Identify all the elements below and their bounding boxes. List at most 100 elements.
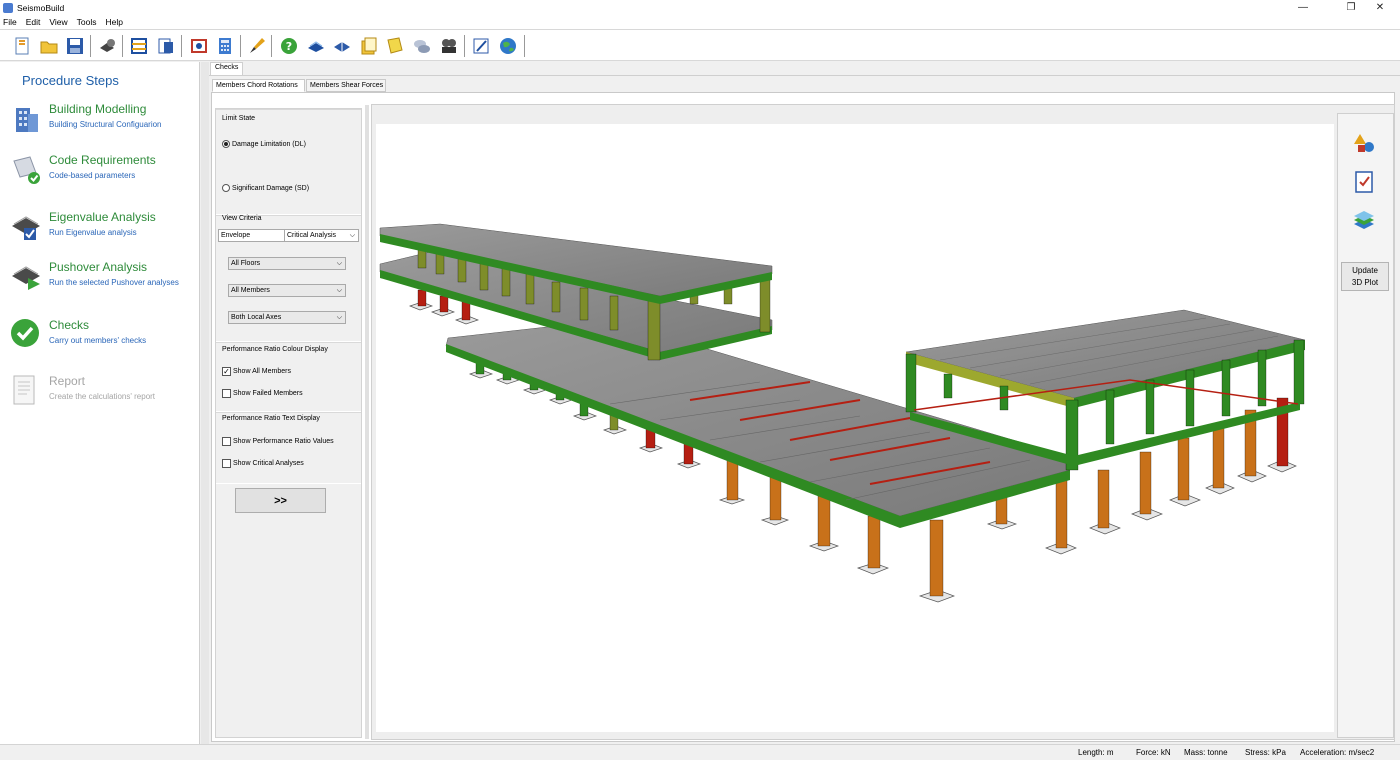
step-desc: Code-based parameters xyxy=(49,171,136,180)
window-title: SeismoBuild xyxy=(17,2,65,13)
right-toolstrip xyxy=(1337,113,1394,738)
select-value: All Floors xyxy=(231,260,261,267)
radio-dot xyxy=(222,184,230,192)
step-title: Code Requirements xyxy=(49,153,156,167)
chevron-down-icon: ⌵ xyxy=(336,314,342,321)
app-icon xyxy=(3,2,13,13)
procedure-panel: Procedure Steps Building Modelling Build… xyxy=(0,62,200,744)
status-mass: Mass: tonne xyxy=(1184,748,1228,757)
step-desc: Carry out members' checks xyxy=(49,336,147,345)
text-display-group xyxy=(216,412,361,484)
checkbox-box xyxy=(222,437,231,446)
book-icon[interactable] xyxy=(304,34,327,57)
menu-bar: File Edit View Tools Help xyxy=(0,15,1400,29)
members-select[interactable]: All Members ⌵ xyxy=(228,284,346,297)
radio-dot xyxy=(222,140,230,148)
tab-members-shear-forces[interactable]: Members Shear Forces xyxy=(306,79,386,92)
step-desc: Run the selected Pushover analyses xyxy=(49,278,179,287)
limit-state-group xyxy=(216,109,361,215)
save-icon[interactable] xyxy=(63,34,86,57)
calculator-icon[interactable] xyxy=(213,34,236,57)
critical-analysis-select[interactable]: Critical Analysis ⌵ xyxy=(284,229,359,242)
radio-damage-limitation[interactable]: Damage Limitation (DL) xyxy=(222,140,306,148)
view-criteria-label: View Criteria xyxy=(222,215,262,222)
step-title: Eigenvalue Analysis xyxy=(49,210,156,224)
step-desc: Create the calculations' report xyxy=(49,392,156,401)
status-length: Length: m xyxy=(1078,748,1114,757)
new-file-icon[interactable] xyxy=(10,34,33,57)
limit-state-label: Limit State xyxy=(222,115,256,122)
book-open-icon[interactable] xyxy=(330,34,353,57)
checkbox-box: ✓ xyxy=(222,367,231,376)
envelope-field[interactable]: Envelope xyxy=(218,229,285,242)
eigenvalue-icon xyxy=(10,210,42,242)
model-check-icon[interactable] xyxy=(187,34,210,57)
report-icon[interactable] xyxy=(154,34,177,57)
show-all-members-checkbox[interactable]: ✓ Show All Members xyxy=(222,367,291,376)
show-critical-analyses-checkbox[interactable]: Show Critical Analyses xyxy=(222,459,304,468)
checkbox-box xyxy=(222,459,231,468)
step-desc: Building Structural Configuarion xyxy=(49,120,162,129)
status-stress: Stress: kPa xyxy=(1245,748,1286,757)
step-title: Building Modelling xyxy=(49,102,147,116)
edit-icon[interactable] xyxy=(469,34,492,57)
tab-checks[interactable]: Checks xyxy=(210,62,244,75)
procedure-title: Procedure Steps xyxy=(22,73,119,88)
globe-icon[interactable] xyxy=(496,34,519,57)
step-title: Pushover Analysis xyxy=(49,260,148,274)
step-title: Checks xyxy=(49,318,90,332)
viewport-splitter[interactable] xyxy=(365,105,369,739)
apply-button[interactable]: >> xyxy=(235,488,326,513)
panel-splitter[interactable] xyxy=(201,62,209,744)
checkbox-label: Show Failed Members xyxy=(233,390,303,397)
menu-help[interactable]: Help xyxy=(105,17,122,27)
notes-icon[interactable] xyxy=(357,34,380,57)
status-acceleration: Acceleration: m/sec2 xyxy=(1300,748,1375,757)
chevron-down-icon: ⌵ xyxy=(336,260,342,267)
tab-members-chord-rotations[interactable]: Members Chord Rotations xyxy=(212,79,305,92)
toolbar: ? xyxy=(0,29,1400,61)
help-icon[interactable]: ? xyxy=(277,34,300,57)
menu-view[interactable]: View xyxy=(49,17,67,27)
axes-select[interactable]: Both Local Axes ⌵ xyxy=(228,311,346,324)
open-folder-icon[interactable] xyxy=(37,34,60,57)
settings-gear-icon[interactable] xyxy=(95,34,118,57)
report-doc-icon xyxy=(10,374,42,406)
close-button[interactable]: ✕ xyxy=(1360,0,1400,15)
select-value: All Members xyxy=(231,287,270,294)
radio-label: Significant Damage (SD) xyxy=(232,184,310,192)
radio-significant-damage[interactable]: Significant Damage (SD) xyxy=(222,184,309,192)
3d-viewport[interactable] xyxy=(376,124,1334,732)
building-icon xyxy=(10,102,42,134)
structure-grid-icon[interactable] xyxy=(127,34,150,57)
show-failed-members-checkbox[interactable]: Show Failed Members xyxy=(222,389,303,398)
radio-label: Damage Limitation (DL) xyxy=(232,140,306,148)
text-display-label: Performance Ratio Text Display xyxy=(222,415,320,422)
step-title: Report xyxy=(49,374,86,388)
update-3d-plot-button[interactable]: Update 3D Plot xyxy=(1341,262,1389,291)
checkmark-icon xyxy=(10,318,42,350)
menu-tools[interactable]: Tools xyxy=(77,17,97,27)
shapes-icon[interactable] xyxy=(1352,131,1376,155)
checkbox-label: Show Performance Ratio Values xyxy=(233,438,334,445)
show-performance-values-checkbox[interactable]: Show Performance Ratio Values xyxy=(222,437,334,446)
floors-select[interactable]: All Floors ⌵ xyxy=(228,257,346,270)
title-bar: SeismoBuild xyxy=(0,0,1400,15)
minimize-button[interactable]: — xyxy=(1283,0,1323,15)
chat-icon[interactable] xyxy=(410,34,433,57)
status-force: Force: kN xyxy=(1136,748,1171,757)
select-value: Both Local Axes xyxy=(231,314,282,321)
menu-file[interactable]: File xyxy=(3,17,17,27)
checkbox-label: Show All Members xyxy=(233,368,291,375)
colour-display-label: Performance Ratio Colour Display xyxy=(222,346,328,353)
layers-icon[interactable] xyxy=(1352,209,1376,233)
checklist-icon[interactable] xyxy=(1352,170,1376,194)
movie-icon[interactable] xyxy=(437,34,460,57)
chevron-down-icon: ⌵ xyxy=(336,287,342,294)
code-check-icon xyxy=(10,153,42,185)
brush-icon[interactable] xyxy=(245,34,268,57)
select-value: Critical Analysis xyxy=(287,232,337,239)
checkbox-label: Show Critical Analyses xyxy=(233,460,304,467)
documents-icon[interactable] xyxy=(383,34,406,57)
menu-edit[interactable]: Edit xyxy=(26,17,41,27)
